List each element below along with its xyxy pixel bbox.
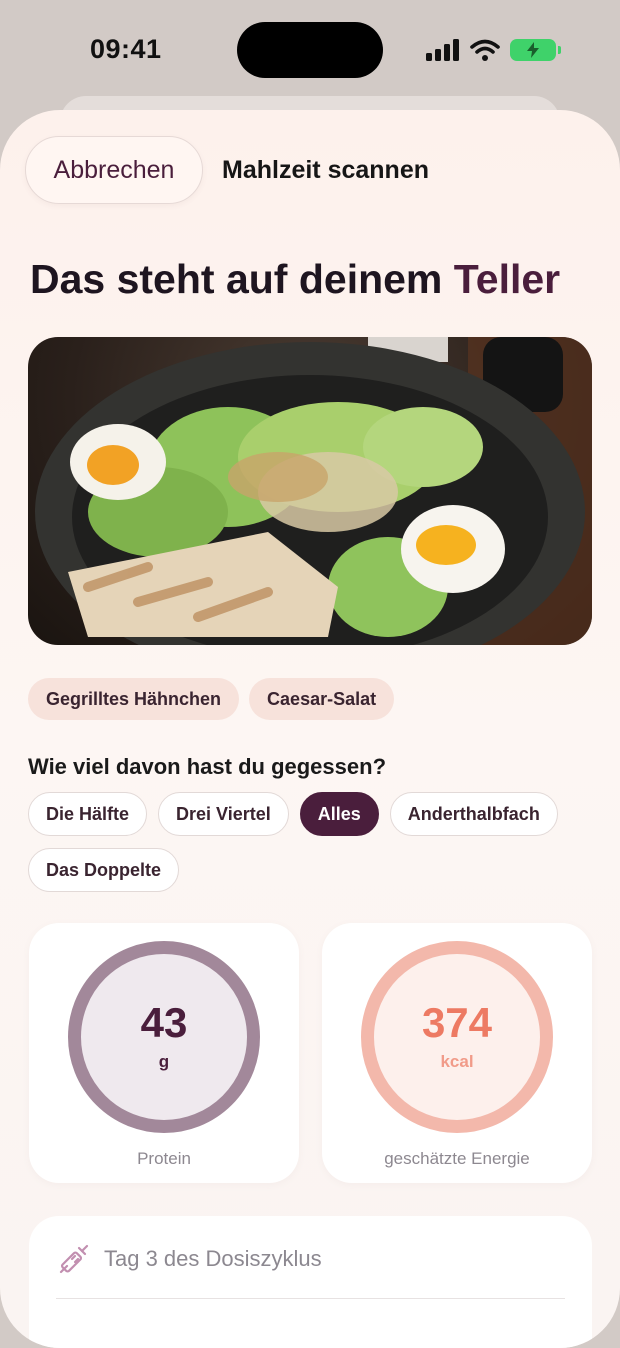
meal-photo: [28, 337, 592, 645]
detected-foods: Gegrilltes Hähnchen Caesar-Salat: [28, 678, 395, 720]
portion-options: Die Hälfte Drei Viertel Alles Anderthalb…: [28, 792, 558, 836]
protein-label: Protein: [137, 1149, 191, 1168]
status-time: 09:41: [90, 34, 162, 64]
title-text: Das steht auf deinem: [30, 256, 443, 302]
dose-cycle-text: Tag 3 des Dosiszyklus: [104, 1246, 322, 1271]
energy-label: geschätzte Energie: [384, 1149, 530, 1168]
dynamic-island: [237, 22, 383, 78]
divider: [56, 1298, 565, 1299]
food-chip[interactable]: Caesar-Salat: [249, 678, 395, 720]
status-icons: [426, 36, 561, 64]
cellular-icon: [426, 39, 459, 61]
battery-charging-icon: [510, 39, 561, 61]
portion-all[interactable]: Alles: [299, 792, 379, 836]
status-bar: 09:41: [0, 0, 620, 96]
portion-one-and-half[interactable]: Anderthalbfach: [389, 792, 558, 836]
wifi-icon: [470, 39, 500, 61]
page-title: Das steht auf deinem Teller: [30, 256, 560, 303]
dose-card[interactable]: Tag 3 des Dosiszyklus: [29, 1216, 592, 1348]
portion-question: Wie viel davon hast du gegessen?: [28, 754, 387, 779]
portion-three-quarters[interactable]: Drei Viertel: [158, 792, 289, 836]
protein-unit: g: [158, 1052, 170, 1071]
scan-meal-sheet: Abbrechen Mahlzeit scannen Das steht auf…: [0, 110, 620, 1348]
cancel-button[interactable]: Abbrechen: [25, 136, 203, 204]
portion-double[interactable]: Das Doppelte: [28, 848, 180, 892]
title-accent: Teller: [453, 256, 561, 302]
syringe-icon: [59, 1244, 89, 1274]
food-chip[interactable]: Gegrilltes Hähnchen: [28, 678, 240, 720]
energy-card: 374 kcal geschätzte Energie: [322, 923, 592, 1183]
energy-unit: kcal: [440, 1052, 474, 1071]
protein-ring: 43 g: [68, 941, 260, 1133]
energy-ring: 374 kcal: [361, 941, 553, 1133]
portion-options-row-2: Das Doppelte: [28, 848, 180, 892]
protein-card: 43 g Protein: [29, 923, 299, 1183]
energy-value: 374: [421, 999, 493, 1046]
portion-half[interactable]: Die Hälfte: [28, 792, 148, 836]
protein-value: 43: [140, 999, 188, 1046]
sheet-title: Mahlzeit scannen: [222, 156, 429, 184]
